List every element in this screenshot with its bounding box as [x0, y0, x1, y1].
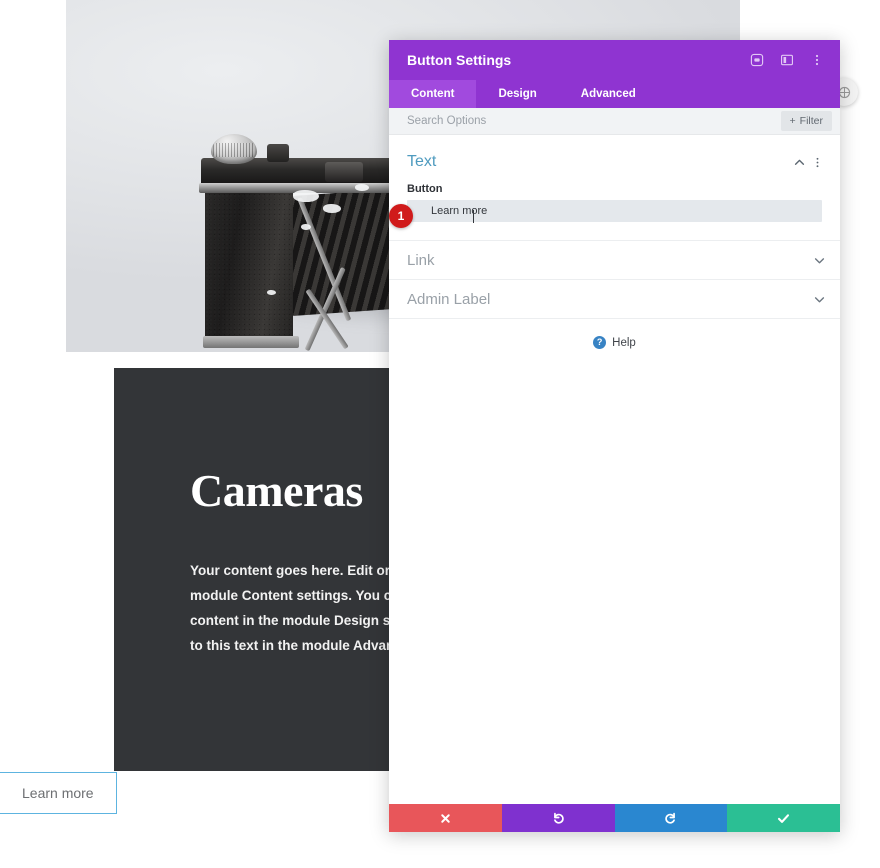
undo-button[interactable]: [501, 804, 615, 832]
question-mark-icon: ?: [593, 336, 607, 349]
plus-icon: +: [789, 115, 796, 127]
accordion-link-label: Link: [407, 251, 435, 269]
layout-panel-icon[interactable]: [778, 51, 796, 69]
chevron-down-icon: [813, 254, 826, 267]
tab-advanced[interactable]: Advanced: [559, 80, 658, 108]
close-x-icon: [441, 813, 450, 823]
text-section-header: Text: [389, 135, 840, 183]
section-more-options-icon[interactable]: [808, 153, 826, 171]
redo-arrow-icon: [665, 812, 676, 824]
undo-arrow-icon: [553, 812, 564, 824]
button-text-input[interactable]: [407, 200, 822, 222]
checkmark-icon: [778, 813, 790, 823]
search-row: + Filter: [389, 108, 840, 135]
modal-body: Text Button 1: [389, 135, 840, 804]
screen: Cameras Your content goes here. Edit or …: [0, 0, 880, 868]
accordion-link[interactable]: Link: [389, 240, 840, 279]
save-button[interactable]: [727, 804, 840, 832]
page-title: Cameras: [190, 465, 363, 516]
modal-titlebar: Button Settings: [389, 40, 840, 80]
titlebar-icon-group: [748, 51, 826, 69]
button-text-field: Button 1: [389, 183, 840, 240]
redo-button[interactable]: [614, 804, 728, 832]
tab-content[interactable]: Content: [389, 80, 477, 108]
filter-button-label: Filter: [799, 115, 823, 127]
text-caret: [473, 210, 474, 223]
modal-title: Button Settings: [407, 52, 512, 68]
modal-tab-bar: Content Design Advanced: [389, 80, 840, 108]
learn-more-button[interactable]: Learn more: [0, 772, 117, 814]
torn-edge-decoration: [0, 0, 66, 352]
help-link[interactable]: ? Help: [389, 318, 840, 366]
cancel-button[interactable]: [389, 804, 502, 832]
modal-footer: [389, 804, 840, 832]
chevron-up-icon[interactable]: [790, 153, 808, 171]
chevron-down-icon: [813, 293, 826, 306]
accordion-admin-label[interactable]: Admin Label: [389, 279, 840, 318]
filter-button[interactable]: + Filter: [780, 111, 832, 131]
focus-target-icon[interactable]: [748, 51, 766, 69]
tab-design[interactable]: Design: [476, 80, 558, 108]
more-options-icon[interactable]: [808, 51, 826, 69]
button-text-label: Button: [407, 183, 443, 195]
section-title: Text: [407, 153, 437, 170]
step-badge-1: 1: [389, 204, 413, 228]
button-settings-modal: Button Settings Content Design Advanced …: [389, 40, 840, 832]
search-input[interactable]: [407, 115, 781, 127]
help-label: Help: [612, 336, 636, 349]
accordion-admin-label-label: Admin Label: [407, 290, 491, 308]
